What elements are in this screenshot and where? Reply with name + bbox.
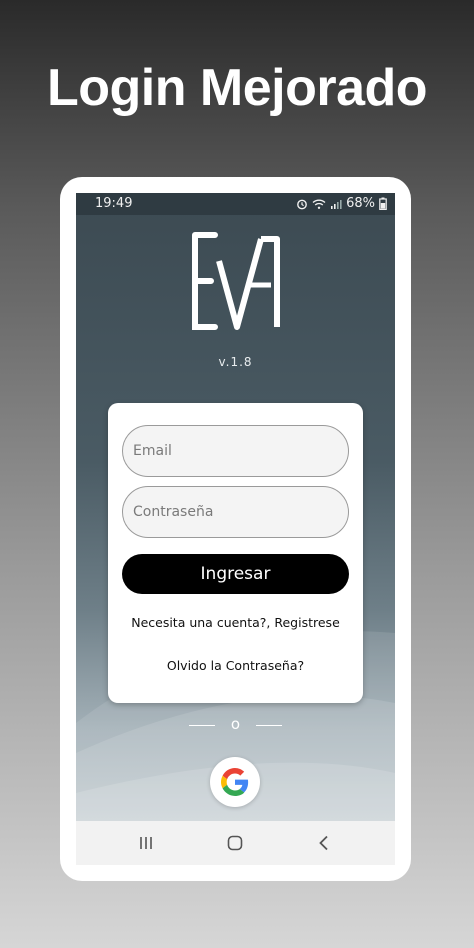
navigation-bar (76, 821, 395, 865)
login-button[interactable]: Ingresar (122, 554, 349, 594)
status-time: 19:49 (95, 196, 133, 211)
recent-apps-icon[interactable] (136, 833, 156, 853)
email-input[interactable] (122, 425, 349, 477)
battery-icon (379, 197, 387, 210)
wifi-icon (312, 199, 326, 209)
login-card: Ingresar Necesita una cuenta?, Registres… (108, 403, 363, 703)
battery-percent: 68% (346, 196, 375, 211)
promo-title: Login Mejorado (46, 59, 428, 117)
app-screen: 19:49 68% v.1.8 Email Ingresar Necesita … (76, 193, 395, 865)
eva-logo (192, 232, 280, 330)
divider-right (256, 725, 282, 726)
app-version: v.1.8 (218, 355, 253, 369)
status-icons: 68% (296, 196, 387, 211)
alarm-icon (297, 199, 307, 209)
back-icon[interactable] (314, 833, 334, 853)
home-icon[interactable] (225, 833, 245, 853)
google-icon (221, 768, 249, 796)
or-separator: o (230, 715, 241, 733)
google-signin-button[interactable] (210, 757, 260, 807)
phone-frame: 19:49 68% v.1.8 Email Ingresar Necesita … (60, 177, 411, 881)
status-bar: 19:49 68% (76, 193, 395, 215)
forgot-password-link[interactable]: Olvido la Contraseña? (108, 658, 363, 673)
signal-icon (331, 199, 342, 209)
password-input[interactable] (122, 486, 349, 538)
register-link[interactable]: Necesita una cuenta?, Registrese (108, 615, 363, 630)
